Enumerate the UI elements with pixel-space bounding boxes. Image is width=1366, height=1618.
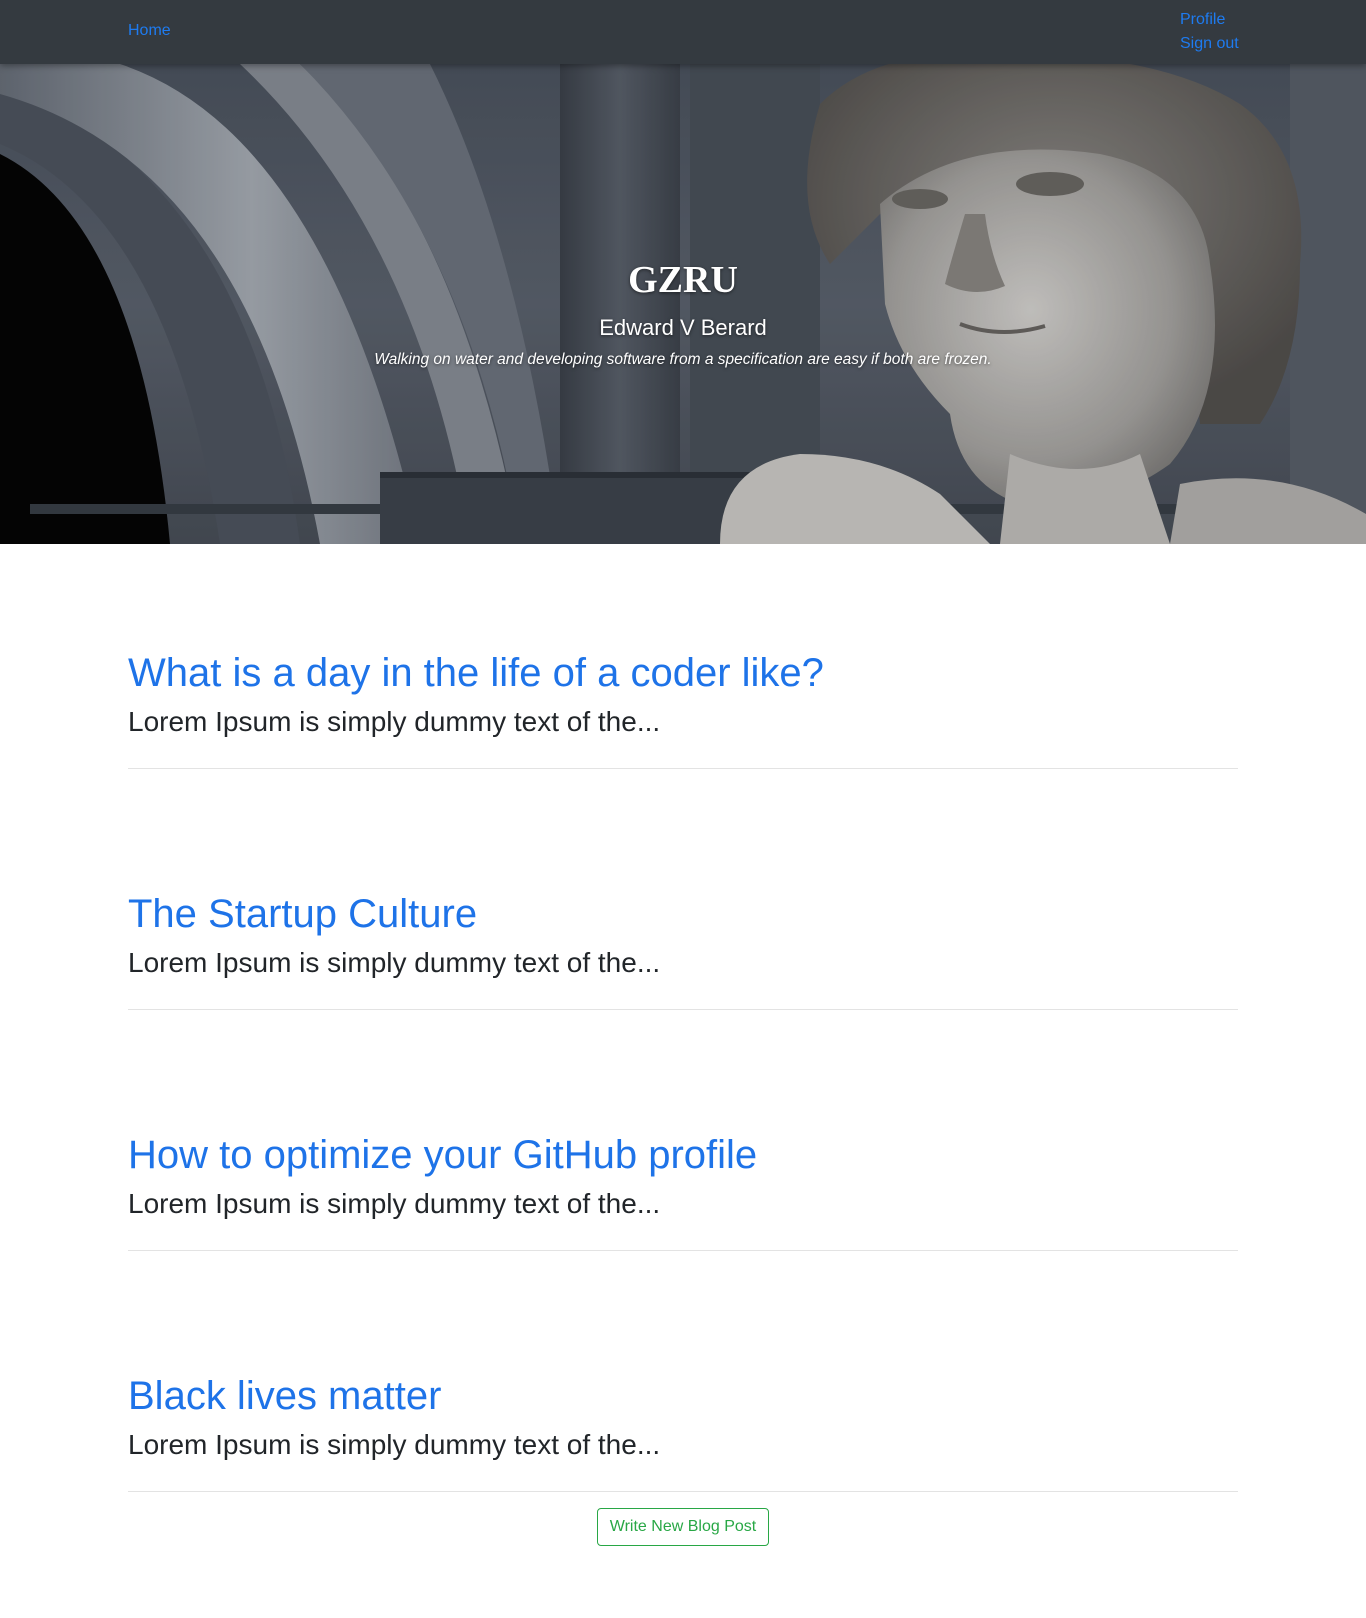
post-title-link[interactable]: Black lives matter <box>128 1374 441 1418</box>
post-excerpt: Lorem Ipsum is simply dummy text of the.… <box>128 706 661 737</box>
post-divider <box>128 1009 1238 1010</box>
nav-home-link[interactable]: Home <box>128 21 171 41</box>
post-list: What is a day in the life of a coder lik… <box>128 544 1238 1508</box>
hero-banner: GZRU Edward V Berard Walking on water an… <box>0 64 1366 544</box>
hero-text: GZRU Edward V Berard Walking on water an… <box>0 64 1366 544</box>
nav-profile-link[interactable]: Profile <box>1180 8 1239 32</box>
post-divider <box>128 1491 1238 1492</box>
post-title-link[interactable]: The Startup Culture <box>128 892 477 936</box>
post-item: How to optimize your GitHub profile Lore… <box>128 1026 1238 1267</box>
hero-quote: Walking on water and developing software… <box>374 351 992 368</box>
post-divider <box>128 1250 1238 1251</box>
top-navbar: Home Profile Sign out <box>0 0 1366 64</box>
write-new-post-button[interactable]: Write New Blog Post <box>597 1508 769 1546</box>
post-excerpt: Lorem Ipsum is simply dummy text of the.… <box>128 1188 661 1219</box>
post-item: Black lives matter Lorem Ipsum is simply… <box>128 1267 1238 1508</box>
nav-user-menu: Profile Sign out <box>1180 8 1239 56</box>
nav-signout-link[interactable]: Sign out <box>1180 32 1239 56</box>
post-excerpt: Lorem Ipsum is simply dummy text of the.… <box>128 947 661 978</box>
post-title-link[interactable]: What is a day in the life of a coder lik… <box>128 651 824 695</box>
hero-title: GZRU <box>628 259 738 301</box>
post-excerpt: Lorem Ipsum is simply dummy text of the.… <box>128 1429 661 1460</box>
post-item: What is a day in the life of a coder lik… <box>128 544 1238 785</box>
post-divider <box>128 768 1238 769</box>
post-title-link[interactable]: How to optimize your GitHub profile <box>128 1133 757 1177</box>
post-item: The Startup Culture Lorem Ipsum is simpl… <box>128 785 1238 1026</box>
hero-author: Edward V Berard <box>599 315 767 340</box>
